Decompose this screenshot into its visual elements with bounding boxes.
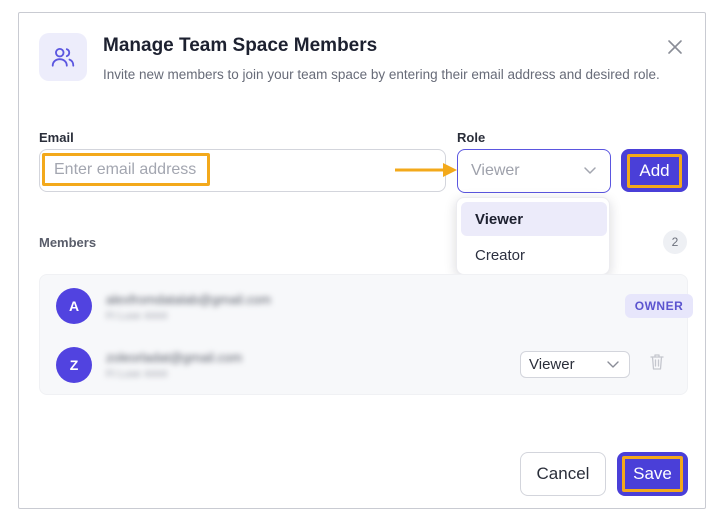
owner-badge: OWNER xyxy=(625,294,693,318)
role-select[interactable]: Viewer xyxy=(457,149,611,193)
member-email: alexfromdatalab@gmail.com xyxy=(106,292,271,307)
email-placeholder: Enter email address xyxy=(42,153,210,186)
add-button-label: Add xyxy=(627,153,682,188)
chevron-down-icon xyxy=(584,167,596,174)
chevron-down-icon xyxy=(607,361,619,368)
close-button[interactable] xyxy=(663,35,687,59)
member-row: A alexfromdatalab@gmail.com Ft Luse 4444… xyxy=(40,277,693,333)
trash-icon[interactable] xyxy=(650,353,664,371)
member-email: zoleorladat@gmail.com xyxy=(106,350,243,365)
member-role-value: Viewer xyxy=(529,356,575,373)
arrow-annotation-icon xyxy=(395,163,457,177)
role-dropdown: Viewer Creator xyxy=(456,197,610,275)
member-role-select[interactable]: Viewer xyxy=(520,351,630,378)
role-option-viewer[interactable]: Viewer xyxy=(461,202,607,236)
close-icon xyxy=(668,40,682,54)
save-button-label: Save xyxy=(622,456,683,492)
cancel-button[interactable]: Cancel xyxy=(520,452,606,496)
members-count-badge: 2 xyxy=(663,230,687,254)
member-subtitle: Ft Luse 4444 xyxy=(106,368,168,380)
manage-members-dialog: Manage Team Space Members Invite new mem… xyxy=(18,12,706,509)
save-button[interactable]: Save xyxy=(617,452,688,496)
add-button[interactable]: Add xyxy=(621,149,688,192)
member-row: Z zoleorladat@gmail.com Ft Luse 4444 Vie… xyxy=(40,337,689,393)
members-list: A alexfromdatalab@gmail.com Ft Luse 4444… xyxy=(39,274,693,395)
email-field[interactable]: Enter email address xyxy=(39,149,446,192)
users-icon xyxy=(39,33,87,81)
avatar: Z xyxy=(56,347,92,383)
email-label: Email xyxy=(39,130,74,145)
members-label: Members xyxy=(39,235,97,250)
dialog-subtitle: Invite new members to join your team spa… xyxy=(103,67,660,82)
dialog-title: Manage Team Space Members xyxy=(103,35,378,56)
avatar: A xyxy=(56,288,92,324)
role-option-creator[interactable]: Creator xyxy=(461,238,607,272)
role-label: Role xyxy=(457,130,486,145)
role-select-value: Viewer xyxy=(471,162,520,179)
member-subtitle: Ft Luse 4444 xyxy=(106,310,168,322)
